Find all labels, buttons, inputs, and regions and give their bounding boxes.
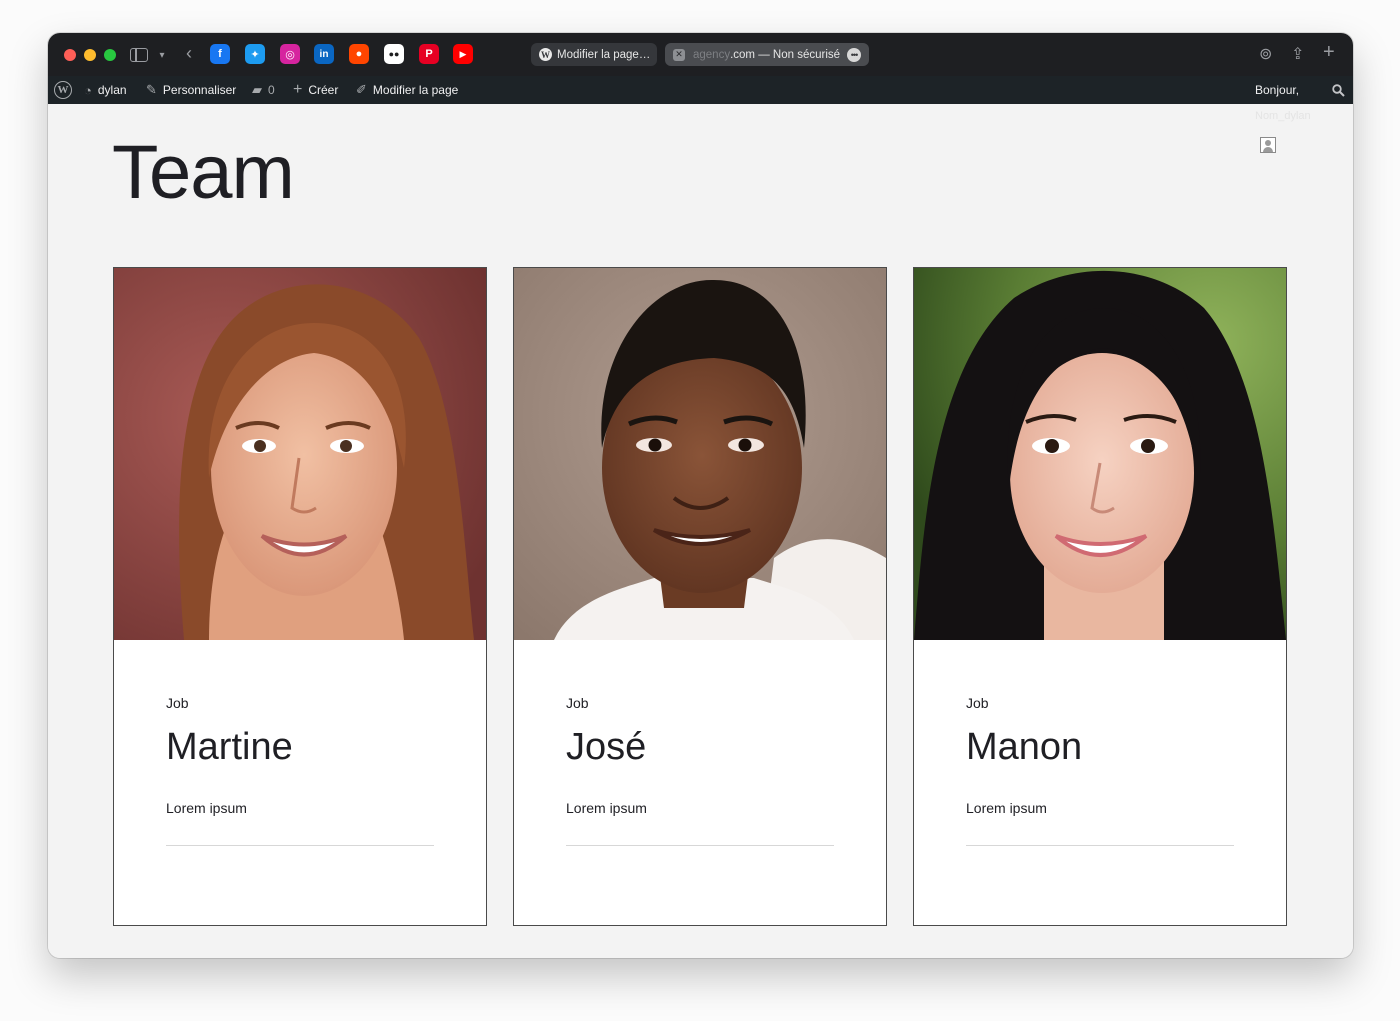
facebook-icon[interactable]: f (210, 44, 230, 64)
comment-icon: ▰ (252, 82, 262, 97)
close-window-button[interactable] (64, 49, 76, 61)
instagram-icon[interactable]: ◎ (280, 44, 300, 64)
close-tab-icon[interactable]: ✕ (673, 48, 685, 61)
job-label: Job (566, 695, 589, 711)
site-name-menu[interactable]: ◔ dylan (84, 76, 127, 104)
minimize-window-button[interactable] (84, 49, 96, 61)
divider (166, 845, 434, 846)
zoom-window-button[interactable] (104, 49, 116, 61)
tab-label-fade: agency (693, 48, 731, 61)
team-card: Job Martine Lorem ipsum (113, 267, 487, 926)
member-name: Martine (166, 726, 293, 768)
team-member-photo (114, 268, 486, 640)
team-card: Job Manon Lorem ipsum (913, 267, 1287, 926)
dashboard-icon: ◔ (84, 82, 92, 98)
reddit-icon[interactable]: ● (349, 44, 369, 64)
page-title: Team (112, 130, 295, 215)
team-member-photo (514, 268, 886, 640)
username-label: Nom_dylan (1255, 110, 1311, 122)
sidebar-toggle-icon[interactable] (130, 48, 148, 62)
wordpress-icon: W (539, 48, 552, 61)
flickr-icon[interactable]: ●● (384, 44, 404, 64)
customize-label: Personnaliser (162, 83, 237, 97)
browser-toolbar: ▾ ‹ f ✦ ◎ in ● ●● P ▶ W Modifier la page… (48, 33, 1353, 76)
account-menu[interactable]: Bonjour, (1255, 76, 1299, 104)
edit-page-label: Modifier la page (372, 83, 459, 97)
job-label: Job (966, 695, 989, 711)
tab-site[interactable]: ✕ agency .com — Non sécurisé ••• (665, 43, 869, 66)
avatar (1260, 137, 1276, 153)
pencil-icon: ✐ (356, 82, 367, 97)
twitter-icon[interactable]: ✦ (245, 44, 265, 64)
linkedin-icon[interactable]: in (314, 44, 334, 64)
tab-edit-page[interactable]: W Modifier la page… (531, 43, 657, 66)
comments-link[interactable]: ▰ 0 (252, 76, 275, 104)
member-name: José (566, 726, 647, 768)
site-name: dylan (97, 83, 127, 97)
page-content: Nom_dylan Team Job Martine Lorem ipsum J… (48, 104, 1353, 958)
youtube-icon[interactable]: ▶ (453, 44, 473, 64)
greeting: Bonjour, (1255, 83, 1300, 97)
browser-window: ▾ ‹ f ✦ ◎ in ● ●● P ▶ W Modifier la page… (48, 33, 1353, 958)
divider (566, 845, 834, 846)
team-member-photo (914, 268, 1286, 640)
edit-page-link[interactable]: ✐ Modifier la page (356, 76, 458, 104)
member-description: Lorem ipsum (166, 800, 247, 816)
tab-label: Modifier la page… (557, 48, 651, 61)
job-label: Job (166, 695, 189, 711)
team-card: Job José Lorem ipsum (513, 267, 887, 926)
wp-admin-bar: W ◔ dylan ✎ Personnaliser ▰ 0 + Créer ✐ … (48, 76, 1353, 104)
pinterest-icon[interactable]: P (419, 44, 439, 64)
member-description: Lorem ipsum (566, 800, 647, 816)
comments-count: 0 (268, 83, 275, 97)
create-label: Créer (308, 83, 339, 97)
plus-icon: + (293, 81, 303, 98)
wordpress-icon: W (54, 81, 72, 99)
member-description: Lorem ipsum (966, 800, 1047, 816)
search-icon[interactable] (1332, 76, 1345, 104)
more-icon[interactable]: ••• (847, 48, 861, 62)
tab-label: .com — Non sécurisé (730, 48, 841, 61)
customize-link[interactable]: ✎ Personnaliser (146, 76, 236, 104)
window-controls (64, 49, 116, 61)
new-content-menu[interactable]: + Créer (293, 76, 338, 104)
member-name: Manon (966, 726, 1083, 768)
divider (966, 845, 1234, 846)
back-button[interactable]: ‹ (179, 43, 199, 63)
wp-logo-menu[interactable]: W (54, 76, 72, 104)
brush-icon: ✎ (146, 82, 157, 97)
share-icon[interactable]: ⇪ (1291, 44, 1304, 64)
chevron-down-icon[interactable]: ▾ (152, 45, 172, 65)
downloads-icon[interactable]: ⊚ (1259, 44, 1272, 64)
new-tab-icon[interactable]: + (1323, 41, 1335, 64)
